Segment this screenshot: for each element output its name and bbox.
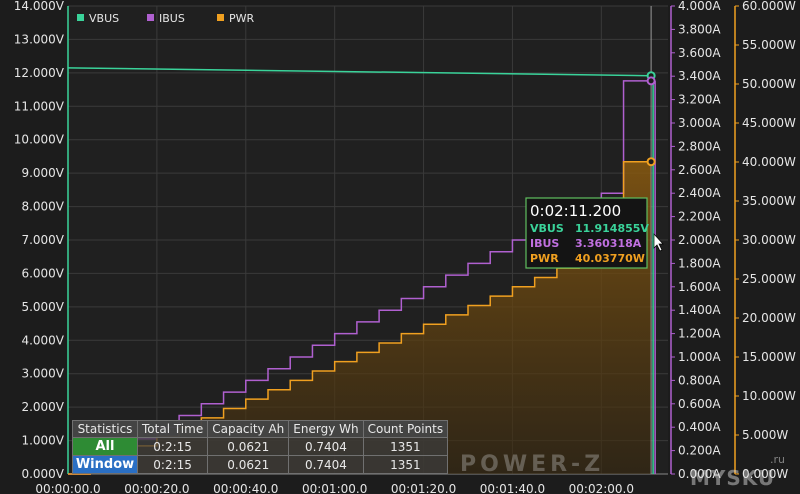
statistics-table: Statistics Total Time Capacity Ah Energy… — [72, 420, 449, 474]
x-axis-tick: 00:00:20.0 — [124, 482, 189, 494]
stats-header: Statistics — [72, 420, 138, 438]
middle-axis-tick: 2.600A — [678, 163, 721, 177]
stats-header: Energy Wh — [288, 420, 364, 438]
middle-axis-tick: 0.800A — [678, 373, 721, 387]
middle-axis-tick: 1.400A — [678, 303, 721, 317]
stats-cell: 1351 — [362, 437, 449, 456]
legend-swatch-pwr — [217, 14, 224, 21]
left-axis-tick: 1.000V — [21, 434, 64, 448]
stats-cell: 0.0621 — [207, 437, 290, 456]
right-axis-tick: 35.000W — [742, 194, 796, 208]
right-axis-tick: 40.000W — [742, 155, 796, 169]
left-axis-tick: 0.000V — [21, 467, 64, 481]
x-axis-tick: 00:00:00.0 — [35, 482, 100, 494]
stats-cell: 0:2:15 — [136, 437, 209, 456]
legend-swatch-vbus — [77, 14, 84, 21]
middle-axis-tick: 3.000A — [678, 116, 721, 130]
stats-cell: 1351 — [362, 455, 449, 474]
x-axis-tick: 00:02:00.0 — [569, 482, 634, 494]
stats-row-label-all[interactable]: All — [72, 437, 138, 456]
stats-row-label-window[interactable]: Window — [72, 455, 138, 474]
stats-cell: 0:2:15 — [136, 455, 209, 474]
stats-cell: 0.7404 — [288, 455, 364, 474]
cursor-marker-ibus — [646, 76, 656, 86]
x-axis-tick: 00:01:40.0 — [480, 482, 545, 494]
middle-axis-tick: 2.400A — [678, 186, 721, 200]
x-axis-tick: 00:01:20.0 — [391, 482, 456, 494]
right-axis-tick: 45.000W — [742, 116, 796, 130]
legend-swatch-ibus — [147, 14, 154, 21]
stats-header-row: Statistics Total Time Capacity Ah Energy… — [72, 420, 449, 438]
tooltip-label-ibus: IBUS — [530, 237, 559, 250]
tooltip-value-ibus: 3.360318A — [575, 237, 642, 250]
power-z-watermark: POWER-Z — [460, 452, 605, 477]
right-axis-tick: 60.000W — [742, 0, 796, 13]
legend-label-ibus: IBUS — [159, 12, 185, 25]
stats-row-all: All 0:2:15 0.0621 0.7404 1351 — [72, 437, 449, 456]
middle-axis-tick: 1.600A — [678, 280, 721, 294]
stats-row-window: Window 0:2:15 0.0621 0.7404 1351 — [72, 455, 449, 474]
middle-axis-tick: 3.600A — [678, 46, 721, 60]
legend-label-vbus: VBUS — [89, 12, 119, 25]
middle-axis-tick: 0.600A — [678, 397, 721, 411]
right-axis-tick: 25.000W — [742, 272, 796, 286]
left-axis-tick: 6.000V — [21, 266, 64, 280]
right-axis-tick: 30.000W — [742, 233, 796, 247]
site-watermark: MYSKU — [690, 466, 776, 490]
middle-axis-tick: 0.400A — [678, 420, 721, 434]
middle-axis-tick: 1.800A — [678, 256, 721, 270]
left-axis-tick: 11.000V — [14, 99, 65, 113]
stats-cell: 0.0621 — [207, 455, 290, 474]
right-axis-tick: 20.000W — [742, 311, 796, 325]
left-axis-tick: 2.000V — [21, 400, 64, 414]
right-axis-tick: 10.000W — [742, 389, 796, 403]
middle-axis-tick: 1.200A — [678, 327, 721, 341]
middle-axis-tick: 0.200A — [678, 444, 721, 458]
left-axis-tick: 3.000V — [21, 367, 64, 381]
left-axis-tick: 5.000V — [21, 300, 64, 314]
tooltip-label-vbus: VBUS — [530, 222, 564, 235]
right-axis-tick: 15.000W — [742, 350, 796, 364]
tooltip-label-pwr: PWR — [530, 252, 559, 265]
right-axis-tick: 55.000W — [742, 38, 796, 52]
left-axis-tick: 9.000V — [21, 166, 64, 180]
left-axis-tick: 14.000V — [14, 0, 65, 13]
left-axis-tick: 8.000V — [21, 200, 64, 214]
tooltip-value-pwr: 40.03770W — [575, 252, 645, 265]
cursor-marker-pwr — [646, 157, 656, 167]
x-axis-tick: 00:00:40.0 — [213, 482, 278, 494]
site-suffix: .ru — [770, 453, 785, 466]
x-axis-tick: 00:01:00.0 — [302, 482, 367, 494]
legend-label-pwr: PWR — [229, 12, 255, 25]
middle-axis-tick: 2.200A — [678, 210, 721, 224]
left-axis-tick: 12.000V — [14, 66, 65, 80]
middle-axis-tick: 4.000A — [678, 0, 721, 13]
stats-header: Total Time — [136, 420, 209, 438]
middle-axis-tick: 2.800A — [678, 139, 721, 153]
middle-axis-tick: 3.400A — [678, 69, 721, 83]
left-axis-tick: 13.000V — [14, 32, 65, 46]
middle-axis-tick: 1.000A — [678, 350, 721, 364]
left-axis-tick: 7.000V — [21, 233, 64, 247]
middle-axis-tick: 3.800A — [678, 22, 721, 36]
right-axis-tick: 5.000W — [742, 428, 788, 442]
stats-header: Capacity Ah — [207, 420, 290, 438]
right-axis-tick: 50.000W — [742, 77, 796, 91]
left-axis-tick: 4.000V — [21, 333, 64, 347]
tooltip-time: 0:02:11.200 — [530, 202, 621, 220]
stats-cell: 0.7404 — [288, 437, 364, 456]
middle-axis-tick: 3.200A — [678, 93, 721, 107]
stats-header: Count Points — [362, 420, 449, 438]
tooltip-value-vbus: 11.914855V — [575, 222, 649, 235]
left-axis-tick: 10.000V — [14, 133, 65, 147]
middle-axis-tick: 2.000A — [678, 233, 721, 247]
